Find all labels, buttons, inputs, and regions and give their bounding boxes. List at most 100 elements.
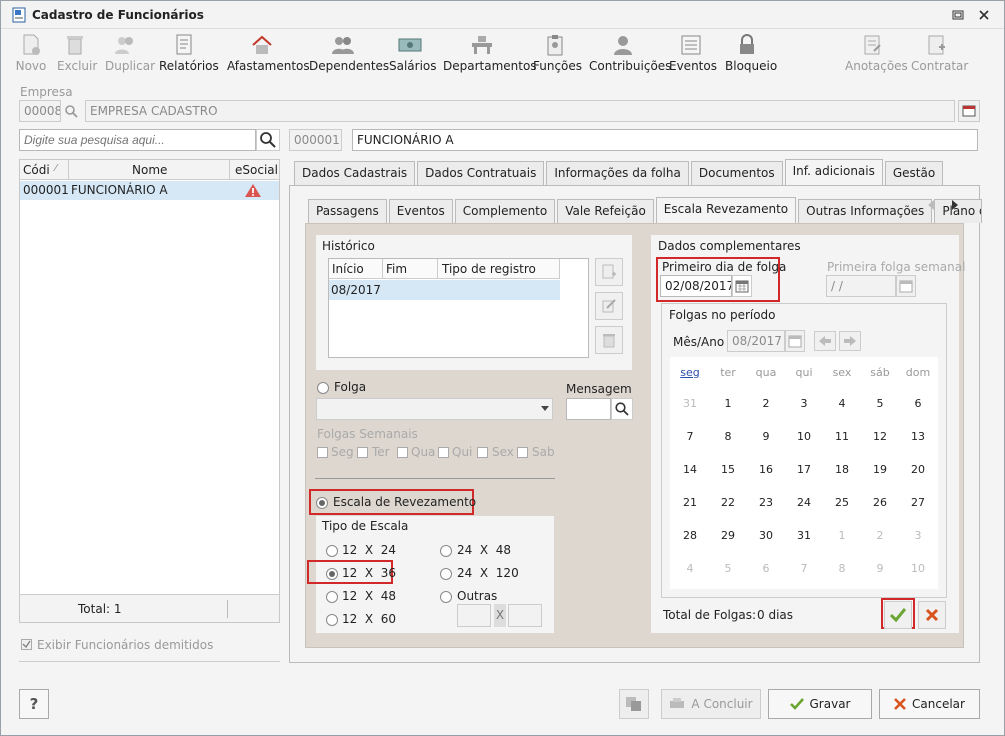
ter-checkbox[interactable] xyxy=(357,447,368,458)
calendar-day[interactable]: 1 xyxy=(823,519,861,552)
tab-scroll-right-icon[interactable] xyxy=(950,199,960,211)
calendar-day[interactable]: 8 xyxy=(709,420,747,453)
calendar-day[interactable]: 3 xyxy=(785,387,823,420)
bloqueio-button[interactable]: Bloqueio xyxy=(725,33,777,73)
calendar-day[interactable]: 7 xyxy=(671,420,709,453)
calendar-day[interactable]: 9 xyxy=(861,552,899,585)
escala-24x48-radio[interactable] xyxy=(440,545,452,557)
calendar-day[interactable]: 27 xyxy=(899,486,937,519)
calendar-day[interactable]: 29 xyxy=(709,519,747,552)
primeira-semanal-field[interactable]: / / xyxy=(826,275,896,297)
help-button[interactable]: ? xyxy=(19,689,49,719)
search-button[interactable] xyxy=(256,129,280,151)
restore-icon[interactable] xyxy=(952,9,964,21)
qui-checkbox[interactable] xyxy=(438,447,449,458)
table-row[interactable]: 08/2017 xyxy=(329,280,560,300)
calendar-day[interactable]: 14 xyxy=(671,453,709,486)
outras-second-field[interactable] xyxy=(508,604,542,627)
calendar-day[interactable]: 6 xyxy=(747,552,785,585)
mensagem-field[interactable] xyxy=(566,398,611,420)
escala-12x24-radio[interactable] xyxy=(326,545,338,557)
subtab-eventos[interactable]: Eventos xyxy=(388,199,453,223)
calendar-day[interactable]: 30 xyxy=(747,519,785,552)
gravar-button[interactable]: Gravar xyxy=(768,689,872,719)
calendar-day[interactable]: 20 xyxy=(899,453,937,486)
col-name[interactable]: Nome xyxy=(132,163,167,177)
calendar-day[interactable]: 4 xyxy=(671,552,709,585)
subtab-passagens[interactable]: Passagens xyxy=(308,199,387,223)
historico-add-button[interactable] xyxy=(595,258,623,286)
copy-button[interactable] xyxy=(619,689,649,719)
calendar-day[interactable]: 17 xyxy=(785,453,823,486)
mesano-field[interactable]: 08/2017 xyxy=(727,330,785,352)
escala-revezamento-radio[interactable] xyxy=(316,497,328,509)
anotacoes-button[interactable]: Anotações xyxy=(845,33,908,73)
escala-12x48-radio[interactable] xyxy=(326,591,338,603)
contratar-button[interactable]: Contratar xyxy=(911,33,968,73)
col-inicio[interactable]: Início xyxy=(332,262,364,276)
calendar-day[interactable]: 5 xyxy=(861,387,899,420)
subtab-escala-revezamento[interactable]: Escala Revezamento xyxy=(655,197,797,223)
calendar-day[interactable]: 31 xyxy=(785,519,823,552)
mensagem-search-button[interactable] xyxy=(611,398,633,420)
calendar-day[interactable]: 31 xyxy=(671,387,709,420)
funcionario-name-field[interactable]: FUNCIONÁRIO A xyxy=(352,129,978,151)
subtab-vale-refeicao[interactable]: Vale Refeição xyxy=(557,199,654,223)
tab-inf-adicionais[interactable]: Inf. adicionais xyxy=(784,159,883,185)
historico-delete-button[interactable] xyxy=(595,326,623,354)
relatorios-button[interactable]: Relatórios xyxy=(159,33,219,73)
tab-gestao[interactable]: Gestão xyxy=(884,161,944,185)
calendar-day[interactable]: 2 xyxy=(861,519,899,552)
search-input[interactable] xyxy=(19,129,256,151)
empresa-search-icon[interactable] xyxy=(64,104,78,118)
cancelar-button[interactable]: Cancelar xyxy=(879,689,980,719)
calendar-day[interactable]: 1 xyxy=(709,387,747,420)
col-tipo-registro[interactable]: Tipo de registro xyxy=(442,262,536,276)
departamentos-button[interactable]: Departamentos xyxy=(443,33,537,73)
calendar-day[interactable]: 28 xyxy=(671,519,709,552)
col-fim[interactable]: Fim xyxy=(386,262,407,276)
calendar-day[interactable]: 26 xyxy=(861,486,899,519)
calendar-day[interactable]: 5 xyxy=(709,552,747,585)
subtab-complemento[interactable]: Complemento xyxy=(454,199,556,223)
dependentes-button[interactable]: Dependentes xyxy=(309,33,389,73)
seg-checkbox[interactable] xyxy=(317,447,328,458)
outras-first-field[interactable] xyxy=(457,604,491,627)
calendar-day[interactable]: 23 xyxy=(747,486,785,519)
discard-button[interactable] xyxy=(918,601,946,629)
calendar-day[interactable]: 21 xyxy=(671,486,709,519)
sab-checkbox[interactable] xyxy=(517,447,528,458)
empresa-details-button[interactable] xyxy=(958,100,980,122)
calendar-day[interactable]: 10 xyxy=(785,420,823,453)
escala-12x60-radio[interactable] xyxy=(326,614,338,626)
historico-edit-button[interactable] xyxy=(595,292,623,320)
calendar-day[interactable]: 15 xyxy=(709,453,747,486)
col-code[interactable]: Códi xyxy=(23,163,50,177)
tab-documentos[interactable]: Documentos xyxy=(690,161,783,185)
table-row[interactable]: 000001 FUNCIONÁRIO A xyxy=(20,181,279,200)
empresa-code-field[interactable]: 00008 xyxy=(19,100,61,122)
calendar-day[interactable]: 18 xyxy=(823,453,861,486)
primeiro-dia-field[interactable]: 02/08/2017 xyxy=(660,275,732,297)
mesano-calendar-button[interactable] xyxy=(785,330,805,352)
contribuicoes-button[interactable]: Contribuições xyxy=(589,33,671,73)
a-concluir-button[interactable]: A Concluir xyxy=(661,689,761,719)
calendar-day[interactable]: 24 xyxy=(785,486,823,519)
eventos-button[interactable]: Eventos xyxy=(669,33,717,73)
funcionario-code-field[interactable]: 000001 xyxy=(289,129,342,151)
next-month-button[interactable] xyxy=(839,331,861,351)
sex-checkbox[interactable] xyxy=(477,447,488,458)
escala-outras-radio[interactable] xyxy=(440,591,452,603)
calendar-day[interactable]: 13 xyxy=(899,420,937,453)
exibir-demitidos-checkbox[interactable] xyxy=(21,639,32,650)
duplicar-button[interactable]: Duplicar xyxy=(105,33,155,73)
escala-12x36-radio[interactable] xyxy=(326,568,338,580)
funcoes-button[interactable]: Funções xyxy=(533,33,582,73)
subtab-outras-informacoes[interactable]: Outras Informações xyxy=(798,199,933,223)
escala-24x120-radio[interactable] xyxy=(440,568,452,580)
calendar-day[interactable]: 19 xyxy=(861,453,899,486)
novo-button[interactable]: Novo xyxy=(15,33,47,73)
empresa-name-field[interactable]: EMPRESA CADASTRO xyxy=(85,100,955,122)
calendar-day[interactable]: 11 xyxy=(823,420,861,453)
calendar-day[interactable]: 9 xyxy=(747,420,785,453)
